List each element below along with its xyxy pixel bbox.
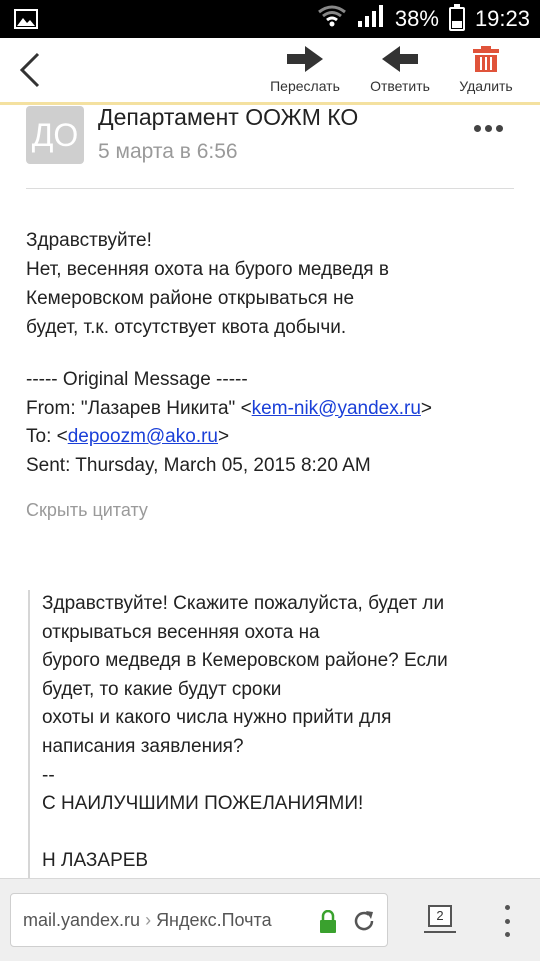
menu-button[interactable]	[502, 905, 512, 937]
quoted-message: Здравствуйте! Скажите пожалуйста, будет …	[28, 590, 518, 880]
trash-icon	[473, 46, 499, 72]
url-text: mail.yandex.ru › Яндекс.Почта	[23, 910, 272, 930]
forward-arrow-icon	[287, 46, 323, 72]
quote-line: --	[42, 764, 55, 786]
back-button[interactable]	[12, 50, 52, 90]
body-line: Нет, весенняя охота на бурого медведя в	[26, 259, 389, 280]
forward-button[interactable]: Переслать	[262, 46, 348, 94]
battery-percent: 38%	[394, 6, 439, 31]
tabs-count: 2	[428, 905, 452, 927]
image-icon	[14, 9, 38, 34]
delete-label: Удалить	[459, 78, 513, 94]
message-date: 5 марта в 6:56	[98, 140, 238, 163]
chevron-left-icon	[19, 52, 40, 88]
from-line: From: "Лазарев Никита" <kem-nik@yandex.r…	[26, 397, 433, 419]
status-bar: 38% 19:23	[0, 0, 540, 38]
message-toolbar: Переслать Ответить Удалить	[0, 38, 540, 105]
quote-line: написания заявления?	[42, 735, 244, 757]
quote-line	[42, 819, 518, 848]
quote-line: Н ЛАЗАРЕВ	[42, 850, 149, 872]
clock: 19:23	[474, 6, 530, 31]
quote-line: С НАИЛУЧШИМИ ПОЖЕЛАНИЯМИ!	[42, 793, 364, 815]
sender-name: Департамент ООЖМ КО	[98, 104, 359, 130]
quote-line: открываться весенняя охота на	[42, 621, 320, 643]
reply-label: Ответить	[370, 78, 430, 94]
reply-button[interactable]: Ответить	[360, 46, 440, 94]
from-email-link[interactable]: kem-nik@yandex.ru	[252, 398, 421, 419]
quote-line: будет, то какие будут сроки	[42, 678, 282, 700]
forward-label: Переслать	[270, 78, 340, 94]
divider	[26, 188, 514, 189]
to-email-link[interactable]: depoozm@ako.ru	[68, 426, 218, 447]
delete-button[interactable]: Удалить	[450, 46, 522, 94]
lock-icon	[320, 910, 336, 933]
original-message-title: ----- Original Message -----	[26, 369, 248, 390]
quote-line: Здравствуйте! Скажите пожалуйста, будет …	[42, 593, 445, 614]
body-line: Здравствуйте!	[26, 230, 152, 251]
address-bar[interactable]: mail.yandex.ru › Яндекс.Почта	[10, 893, 388, 947]
hide-quote-link[interactable]: Скрыть цитату	[26, 500, 148, 521]
signal-icon	[357, 4, 385, 34]
original-message-header: ----- Original Message ----- From: "Лаза…	[26, 366, 526, 480]
tabs-button[interactable]: 2	[424, 901, 456, 933]
more-options-button[interactable]	[474, 118, 506, 138]
avatar: ДО	[26, 106, 84, 164]
battery-icon	[448, 4, 465, 31]
quote-line: охоты и какого числа нужно прийти для	[42, 707, 392, 729]
body-line: Кемеровском районе открываться не	[26, 288, 355, 309]
menu-dots-icon	[504, 905, 510, 910]
more-dots-icon	[474, 124, 481, 132]
wifi-icon	[317, 5, 347, 33]
quote-line: бурого медведя в Кемеровском районе? Есл…	[42, 650, 448, 672]
reload-icon[interactable]	[351, 908, 377, 934]
to-line: To: <depoozm@ako.ru>	[26, 426, 230, 447]
message-body: Здравствуйте! Нет, весенняя охота на бур…	[26, 226, 526, 342]
reply-arrow-icon	[382, 46, 418, 72]
browser-bar: mail.yandex.ru › Яндекс.Почта 2	[0, 878, 540, 961]
sent-line: Sent: Thursday, March 05, 2015 8:20 AM	[26, 454, 371, 476]
body-line: будет, т.к. отсутствует квота добычи.	[26, 317, 347, 338]
